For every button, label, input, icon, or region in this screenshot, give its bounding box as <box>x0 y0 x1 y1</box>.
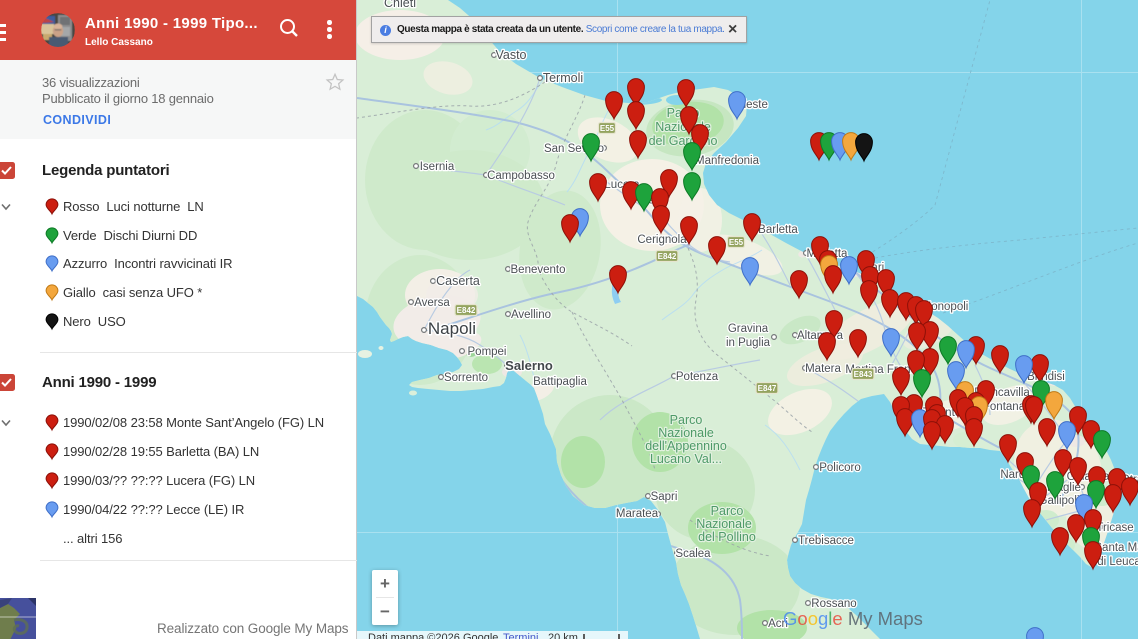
svg-text:Isernia: Isernia <box>420 161 455 173</box>
svg-text:Policoro: Policoro <box>819 462 861 474</box>
svg-text:Vasto: Vasto <box>495 48 526 62</box>
svg-text:Lucano Val...: Lucano Val... <box>650 452 722 466</box>
svg-text:Chieti: Chieti <box>384 0 416 10</box>
svg-text:Benevento: Benevento <box>511 264 566 276</box>
svg-text:Tricase: Tricase <box>1096 522 1133 534</box>
svg-text:Termoli: Termoli <box>543 71 583 85</box>
svg-text:E842: E842 <box>658 252 677 261</box>
svg-text:E847: E847 <box>758 384 777 393</box>
svg-text:Cerignola: Cerignola <box>637 234 687 246</box>
svg-text:Battipaglia: Battipaglia <box>533 376 587 388</box>
svg-text:Pompei: Pompei <box>468 346 507 358</box>
svg-text:Parco: Parco <box>670 413 703 427</box>
svg-text:Nazionale: Nazionale <box>696 517 752 531</box>
svg-text:E55: E55 <box>729 238 744 247</box>
svg-text:Nazionale: Nazionale <box>658 426 714 440</box>
svg-text:Manfredonia: Manfredonia <box>695 155 760 167</box>
svg-text:Avellino: Avellino <box>511 309 551 321</box>
svg-text:Barletta: Barletta <box>758 224 798 236</box>
svg-text:di Leuca: di Leuca <box>1097 556 1138 568</box>
svg-text:Matera: Matera <box>805 363 841 375</box>
svg-text:Sapri: Sapri <box>651 491 678 503</box>
svg-text:Sorrento: Sorrento <box>444 372 488 384</box>
svg-text:Parco: Parco <box>711 504 744 518</box>
svg-text:E55: E55 <box>600 124 615 133</box>
svg-text:Napoli: Napoli <box>428 319 476 338</box>
svg-text:Campobasso: Campobasso <box>487 170 555 182</box>
svg-text:dell'Appennino: dell'Appennino <box>645 439 727 453</box>
svg-text:E842: E842 <box>457 306 476 315</box>
svg-text:Maratea: Maratea <box>616 508 659 520</box>
svg-text:Aversa: Aversa <box>414 297 450 309</box>
svg-text:Caserta: Caserta <box>436 274 480 288</box>
svg-text:Trebisacce: Trebisacce <box>798 535 854 547</box>
svg-text:Salerno: Salerno <box>505 358 553 373</box>
svg-text:Scalea: Scalea <box>675 548 711 560</box>
svg-text:in Puglia: in Puglia <box>726 337 771 349</box>
svg-text:Gravina: Gravina <box>728 323 769 335</box>
svg-text:E843: E843 <box>854 370 873 379</box>
svg-text:Potenza: Potenza <box>676 371 719 383</box>
svg-text:del Pollino: del Pollino <box>698 530 756 544</box>
